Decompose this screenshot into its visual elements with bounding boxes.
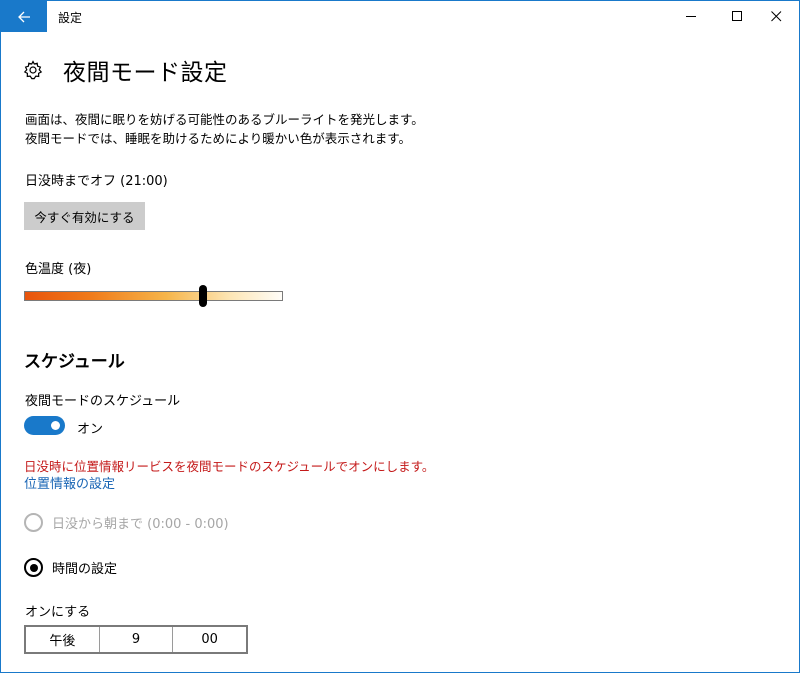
back-button[interactable] [1,1,47,32]
toggle-knob [51,421,60,430]
back-arrow-icon [18,11,30,22]
settings-window: 設定 夜間モード設定 画面は、夜間に眠りを妨げる可能性のあるブルーライトを発光し… [0,0,800,673]
color-temperature-label: 色温度 (夜) [25,262,92,277]
schedule-toggle[interactable] [24,416,65,435]
radio-button[interactable] [24,558,43,577]
schedule-section-title: スケジュール [24,352,125,372]
color-temperature-slider[interactable] [24,291,283,301]
location-settings-link[interactable]: 位置情報の設定 [24,473,115,492]
app-title: 設定 [58,11,83,25]
turn-on-time-picker[interactable]: 午後 9 00 [24,625,248,654]
maximize-icon [731,11,742,21]
radio-selected-dot [29,563,38,572]
close-button[interactable] [753,1,799,32]
radio-sunset-to-sunrise[interactable]: 日没から朝まで (0:00 - 0:00) [24,513,229,532]
time-hour[interactable]: 9 [100,627,174,652]
schedule-toggle-label: 夜間モードのスケジュール [25,394,181,409]
page-header: 夜間モード設定 [23,53,228,87]
radio-label: 日没から朝まで (0:00 - 0:00) [52,517,229,532]
color-temperature-slider-thumb[interactable] [198,285,207,307]
night-light-status: 日没時までオフ (21:00) [25,174,168,189]
time-minute[interactable]: 00 [173,627,246,652]
time-period[interactable]: 午後 [26,627,100,652]
close-icon [770,11,781,22]
turn-on-label: オンにする [25,605,91,620]
title-bar: 設定 [1,1,799,32]
minimize-button[interactable] [668,1,714,32]
enable-now-button[interactable]: 今すぐ有効にする [24,202,145,230]
radio-label: 時間の設定 [52,562,118,577]
toggle-state-text: オン [77,422,104,437]
minimize-icon [685,16,696,17]
gear-icon [23,60,43,80]
page-title: 夜間モード設定 [63,60,228,86]
description-text: 画面は、夜間に眠りを妨げる可能性のあるブルーライトを発光します。夜間モードでは、… [25,112,424,146]
radio-button[interactable] [24,513,43,532]
radio-set-hours[interactable]: 時間の設定 [24,558,117,577]
